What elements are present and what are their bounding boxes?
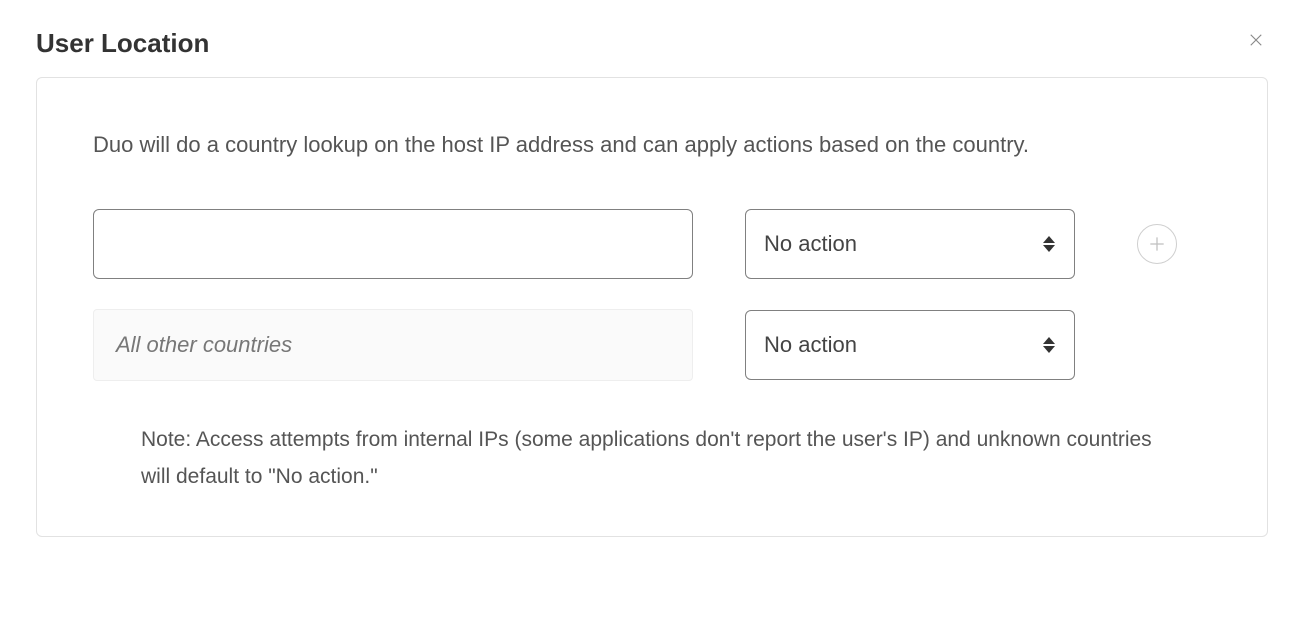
close-button[interactable] — [1244, 28, 1268, 52]
default-rule-row: All other countries No action — [93, 309, 1211, 381]
action-select-wrapper: No action — [745, 209, 1075, 279]
panel-note: Note: Access attempts from internal IPs … — [141, 421, 1161, 497]
plus-icon — [1147, 234, 1167, 254]
user-location-panel: Duo will do a country lookup on the host… — [36, 77, 1268, 537]
panel-description: Duo will do a country lookup on the host… — [93, 126, 1173, 165]
section-title: User Location — [36, 28, 209, 59]
country-input[interactable] — [93, 209, 693, 279]
default-action-select[interactable]: No action — [745, 310, 1075, 380]
close-icon — [1247, 31, 1265, 49]
all-other-countries-label: All other countries — [93, 309, 693, 381]
country-rule-row: No action — [93, 209, 1211, 279]
action-select[interactable]: No action — [745, 209, 1075, 279]
default-action-select-wrapper: No action — [745, 310, 1075, 380]
add-rule-button[interactable] — [1137, 224, 1177, 264]
